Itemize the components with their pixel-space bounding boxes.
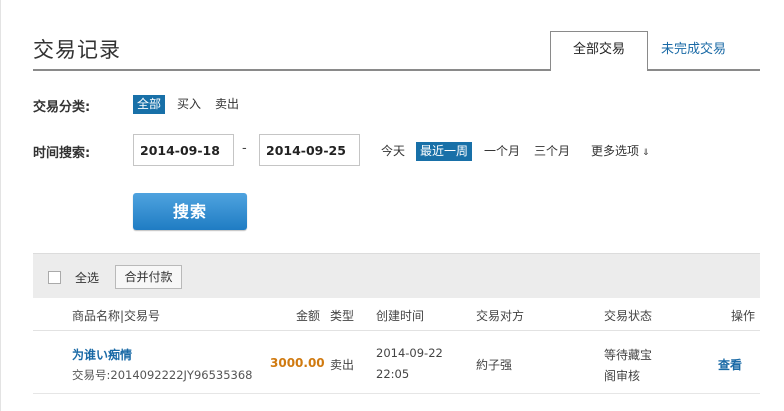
column-header-counterparty: 交易对方 xyxy=(476,309,525,323)
merge-payment-button[interactable]: 合并付款 xyxy=(115,265,182,289)
column-header-created: 创建时间 xyxy=(376,309,425,323)
time-option-today[interactable]: 今天 xyxy=(377,142,409,161)
view-link[interactable]: 查看 xyxy=(718,356,742,373)
counterparty-value: 約子强 xyxy=(476,358,513,372)
time-search-label: 时间搜索: xyxy=(33,146,91,161)
column-header-amount: 金额 xyxy=(296,309,321,323)
created-time: 22:05 xyxy=(376,367,410,381)
created-date: 2014-09-22 xyxy=(376,346,443,360)
tab-all-transactions[interactable]: 全部交易 xyxy=(550,31,648,73)
time-option-last-week[interactable]: 最近一周 xyxy=(416,142,473,161)
left-border xyxy=(0,0,1,411)
table-header-divider xyxy=(33,330,760,331)
column-header-status: 交易状态 xyxy=(604,309,653,323)
double-chevron-down-icon: ⇓ xyxy=(642,148,650,158)
end-date-input[interactable] xyxy=(259,134,360,166)
more-options-label: 更多选项 xyxy=(591,144,640,158)
amount-value: 3000.00 xyxy=(270,356,325,370)
page-title: 交易记录 xyxy=(33,38,121,62)
start-date-input[interactable] xyxy=(133,134,234,166)
category-option-sell[interactable]: 卖出 xyxy=(211,95,243,114)
column-header-action: 操作 xyxy=(731,309,756,323)
column-header-type: 类型 xyxy=(330,309,355,323)
tab-incomplete-transactions[interactable]: 未完成交易 xyxy=(661,38,726,57)
time-option-three-months[interactable]: 三个月 xyxy=(530,142,574,161)
row-divider xyxy=(33,393,760,394)
status-line-1: 等待藏宝 xyxy=(604,348,653,362)
select-all-label: 全选 xyxy=(75,271,100,285)
date-range-separator: - xyxy=(242,141,247,156)
time-option-one-month[interactable]: 一个月 xyxy=(480,142,524,161)
category-option-buy[interactable]: 买入 xyxy=(173,95,205,114)
more-options-link[interactable]: 更多选项 ⇓ xyxy=(587,142,654,163)
order-number: 交易号:2014092222JY96535368 xyxy=(72,368,253,382)
category-option-all[interactable]: 全部 xyxy=(133,95,166,114)
column-header-product: 商品名称|交易号 xyxy=(72,309,161,323)
status-line-2: 阁审核 xyxy=(604,369,641,383)
search-button[interactable]: 搜索 xyxy=(133,193,247,230)
category-label: 交易分类: xyxy=(33,100,91,115)
product-name-link[interactable]: 为谁い痴情 xyxy=(72,346,132,363)
tabs-underline xyxy=(33,69,760,71)
type-value: 卖出 xyxy=(330,358,355,372)
select-all-checkbox[interactable] xyxy=(48,271,61,284)
